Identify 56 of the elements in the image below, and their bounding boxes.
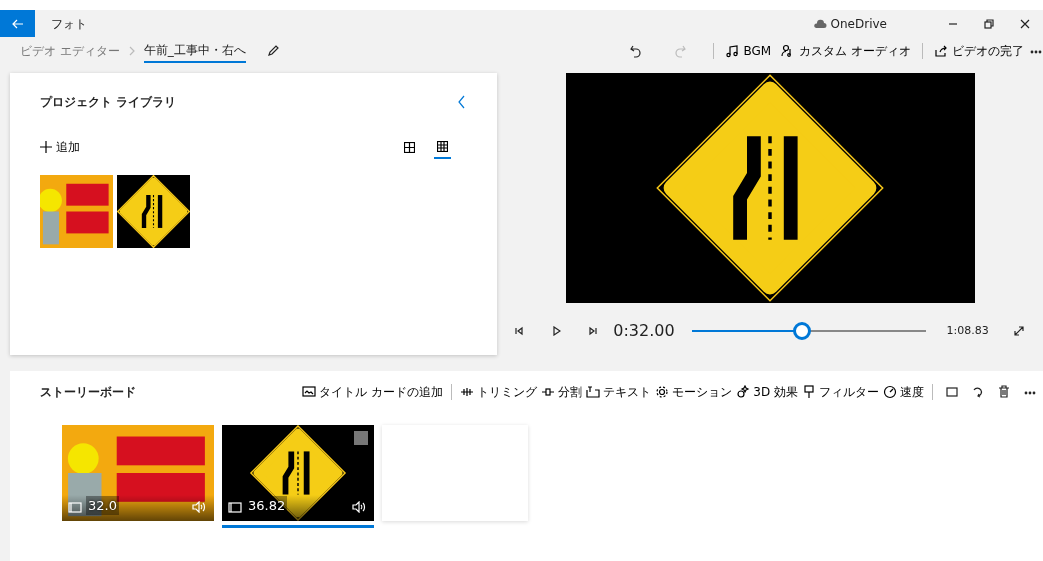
motion-icon [655,385,670,399]
cloud-icon [812,18,827,29]
next-frame-icon[interactable] [587,326,598,336]
time-total: 1:08.83 [946,322,989,339]
text-icon [586,385,601,399]
seek-thumb[interactable] [792,322,811,340]
undo-icon[interactable] [629,44,644,58]
pencil-icon[interactable] [265,44,280,58]
plus-icon [40,141,52,153]
image-icon [302,385,317,399]
share-icon [934,44,948,58]
back-arrow-icon [11,19,24,29]
cloud-label[interactable]: OneDrive [830,14,887,33]
brush-icon [802,385,816,399]
toolbar-button[interactable]: 分割 [539,383,585,401]
storyboard-clip[interactable]: 32.0 [62,425,214,521]
toolbar-button[interactable]: フィルター [800,383,881,401]
film-icon [68,502,82,513]
section-title: ストーリーボード [40,384,136,401]
toolbar-button[interactable]: モーション [653,383,735,401]
close-icon[interactable] [1019,17,1031,30]
storyboard-clip[interactable]: 36.82 [222,425,374,528]
trash-icon[interactable] [997,385,1011,399]
toolbar-button[interactable]: タイトル カードの追加 [300,383,446,401]
previous-frame-icon[interactable] [515,326,526,336]
panel-title: プロジェクト ライブラリ [40,94,177,111]
expand-icon[interactable] [1012,325,1025,337]
film-icon [228,502,242,513]
split-icon [541,385,556,399]
toolbar-button[interactable]: テキスト [584,383,654,401]
toolbar-button[interactable]: BGM [720,42,777,60]
toolbar-button[interactable]: 速度 [881,383,926,401]
small-grid-icon [437,141,448,152]
toolbar-button[interactable]: トリミング [458,383,540,401]
crop-icon[interactable] [945,385,959,399]
checkbox[interactable] [354,431,368,445]
toolbar-button[interactable]: カスタム オーディオ [776,42,916,60]
large-grid-icon [404,142,415,153]
breadcrumb-item[interactable]: ビデオ エディター [20,40,120,62]
music-note-icon [725,44,740,58]
restore-icon[interactable] [983,17,995,30]
trim-icon [460,385,475,399]
speaker-icon[interactable] [192,501,206,513]
play-icon[interactable] [551,326,562,336]
sparkle-icon [736,385,751,399]
time-current: 0:32.00 [613,320,675,342]
app-title: フォト [51,15,87,33]
breadcrumb-item[interactable]: 午前_工事中・右へ [143,39,246,63]
add-button[interactable]: 追加 [40,138,85,156]
clip-duration: 32.0 [86,495,119,515]
rotate-icon[interactable] [971,385,985,399]
speaker-icon[interactable] [352,501,366,513]
collapse-chevron-icon[interactable] [457,94,467,110]
toolbar-button[interactable]: 3D 効果 [734,383,800,401]
speedometer-icon [883,385,897,399]
toolbar-button[interactable]: ビデオの完了 [929,42,1029,60]
